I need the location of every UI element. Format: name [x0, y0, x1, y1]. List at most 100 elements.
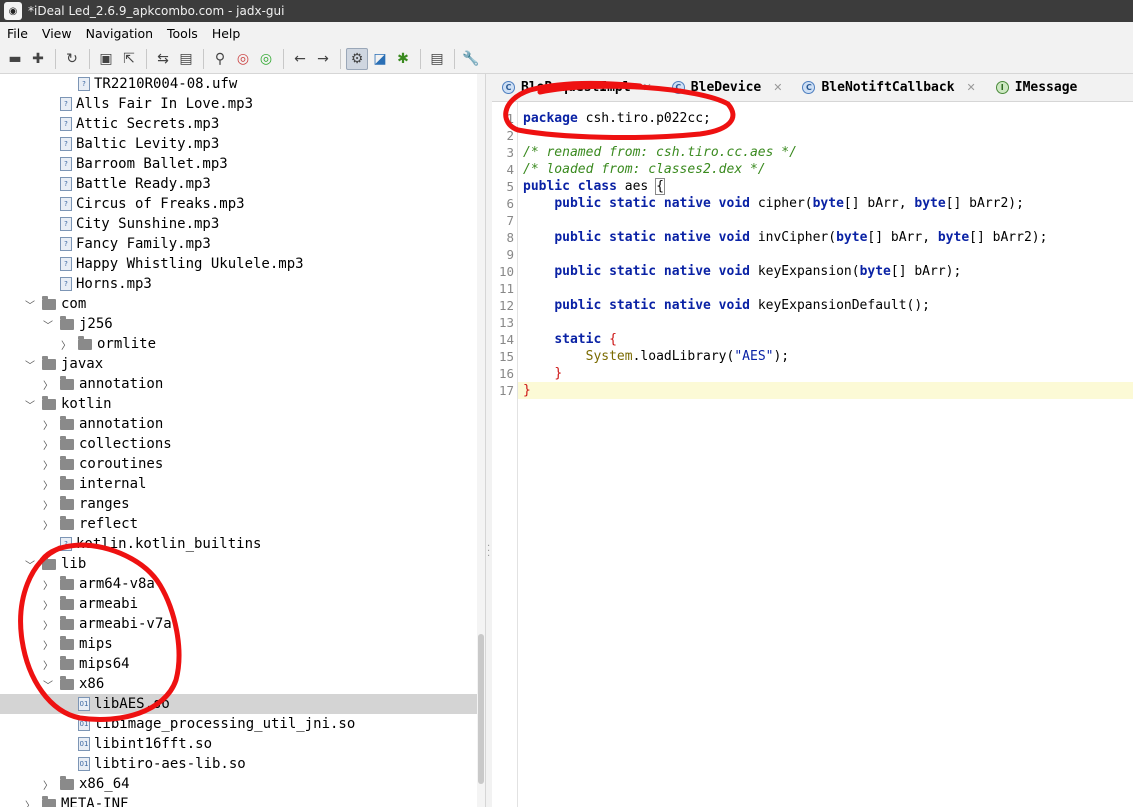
menu-file[interactable]: File	[0, 26, 35, 41]
save-icon[interactable]: ▣	[95, 48, 117, 70]
debug-bug-icon[interactable]: ✱	[392, 48, 414, 70]
tree-item[interactable]: ? Barroom Ballet.mp3	[0, 154, 477, 174]
chevron-right-icon[interactable]: 〉	[42, 377, 54, 392]
tree-item[interactable]: 〉 x86_64	[0, 774, 477, 794]
tree-scrollbar[interactable]	[477, 74, 485, 807]
log-viewer-icon[interactable]: ▤	[426, 48, 448, 70]
tree-item[interactable]: 〉 armeabi	[0, 594, 477, 614]
tree-item[interactable]: 01 libtiro-aes-lib.so	[0, 754, 477, 774]
chevron-right-icon[interactable]: 〉	[42, 597, 54, 612]
open-folder-icon[interactable]: ▬	[4, 48, 26, 70]
tree-item[interactable]: ﹀ lib	[0, 554, 477, 574]
tree-item-label: lib	[61, 556, 87, 572]
chevron-right-icon[interactable]: 〉	[42, 477, 54, 492]
menu-navigation[interactable]: Navigation	[79, 26, 160, 41]
tree-item[interactable]: 〉 coroutines	[0, 454, 477, 474]
tree-item[interactable]: 〉 mips	[0, 634, 477, 654]
tree-item[interactable]: ? Circus of Freaks.mp3	[0, 194, 477, 214]
tree-item[interactable]: ﹀ kotlin	[0, 394, 477, 414]
tree-item[interactable]: ? Baltic Levity.mp3	[0, 134, 477, 154]
folder-icon	[60, 415, 74, 430]
tree-item[interactable]: 〉 annotation	[0, 374, 477, 394]
tree-item[interactable]: ? Horns.mp3	[0, 274, 477, 294]
folder-icon	[42, 355, 56, 370]
refresh-icon[interactable]: ↻	[61, 48, 83, 70]
menu-help[interactable]: Help	[205, 26, 248, 41]
tree-item[interactable]: ﹀ com	[0, 294, 477, 314]
tab-bledevice[interactable]: C BleDevice ✕	[662, 74, 793, 101]
tree-scrollbar-thumb[interactable]	[478, 634, 484, 784]
tree-item[interactable]: 〉 reflect	[0, 514, 477, 534]
back-icon[interactable]: ←	[289, 48, 311, 70]
chevron-right-icon[interactable]: 〉	[42, 497, 54, 512]
tree-item[interactable]: 〉 armeabi-v7a	[0, 614, 477, 634]
chevron-right-icon[interactable]: 〉	[42, 617, 54, 632]
system-ref: System	[585, 349, 633, 364]
chevron-right-icon[interactable]: 〉	[42, 517, 54, 532]
chevron-right-icon[interactable]: 〉	[42, 777, 54, 792]
tree-item[interactable]: ? Alls Fair In Love.mp3	[0, 94, 477, 114]
settings-wrench-icon[interactable]: 🔧	[460, 48, 482, 70]
forward-icon[interactable]: →	[312, 48, 334, 70]
tree-item[interactable]: ﹀ x86	[0, 674, 477, 694]
line-number: 7	[506, 213, 514, 228]
add-files-icon[interactable]: ✚	[27, 48, 49, 70]
tab-label: IMessage	[1014, 80, 1078, 95]
chevron-down-icon[interactable]: ﹀	[24, 397, 36, 412]
close-icon[interactable]: ✕	[643, 81, 652, 94]
tab-imessage[interactable]: I IMessage	[986, 74, 1088, 101]
tree-item[interactable]: ﹀ j256	[0, 314, 477, 334]
chevron-down-icon[interactable]: ﹀	[24, 357, 36, 372]
tree-item[interactable]: 〉 internal	[0, 474, 477, 494]
chevron-right-icon[interactable]: 〉	[42, 417, 54, 432]
sync-icon[interactable]: ⇆	[152, 48, 174, 70]
tree-item[interactable]: ? City Sunshine.mp3	[0, 214, 477, 234]
tree-item[interactable]: ﹀ javax	[0, 354, 477, 374]
close-icon[interactable]: ✕	[773, 81, 782, 94]
chevron-right-icon[interactable]: 〉	[60, 337, 72, 352]
tree-item[interactable]: 〉 META-INF	[0, 794, 477, 807]
tree-item[interactable]: ? Attic Secrets.mp3	[0, 114, 477, 134]
search-icon[interactable]: ⚲	[209, 48, 231, 70]
tree-item[interactable]: 〉 collections	[0, 434, 477, 454]
chevron-right-icon[interactable]: 〉	[42, 457, 54, 472]
tree-item[interactable]: ? Fancy Family.mp3	[0, 234, 477, 254]
tree-item[interactable]: ? Happy Whistling Ukulele.mp3	[0, 254, 477, 274]
binary-file-icon: 01	[78, 737, 90, 751]
tree-item[interactable]: 〉 ranges	[0, 494, 477, 514]
chevron-right-icon[interactable]: 〉	[42, 637, 54, 652]
tab-blenotiftcallback[interactable]: C BleNotiftCallback ✕	[792, 74, 985, 101]
tree-item[interactable]: 〉 mips64	[0, 654, 477, 674]
code-area[interactable]: package csh.tiro.p022cc; /* renamed from…	[518, 102, 1133, 807]
find-class-icon[interactable]: ◎	[232, 48, 254, 70]
code-line-package: package csh.tiro.p022cc;	[518, 110, 1133, 127]
tree-item[interactable]: 〉 ormlite	[0, 334, 477, 354]
export-icon[interactable]: ⇱	[118, 48, 140, 70]
line-number: 13	[498, 315, 514, 330]
chevron-right-icon[interactable]: 〉	[42, 577, 54, 592]
close-icon[interactable]: ✕	[967, 81, 976, 94]
tree-item[interactable]: 01 libint16fft.so	[0, 734, 477, 754]
chevron-down-icon[interactable]: ﹀	[24, 557, 36, 572]
tree-item-label: kotlin.kotlin_builtins	[76, 536, 262, 552]
tree-item[interactable]: ? Battle Ready.mp3	[0, 174, 477, 194]
chevron-down-icon[interactable]: ﹀	[42, 677, 54, 692]
tree-item[interactable]: 01 libAES.so	[0, 694, 477, 714]
tree-item[interactable]: ? TR2210R004-08.ufw	[0, 74, 477, 94]
chevron-right-icon[interactable]: 〉	[24, 797, 36, 807]
find-usage-icon[interactable]: ◎	[255, 48, 277, 70]
chevron-down-icon[interactable]: ﹀	[24, 297, 36, 312]
folder-icon[interactable]: ▤	[175, 48, 197, 70]
chevron-right-icon[interactable]: 〉	[42, 657, 54, 672]
quark-icon[interactable]: ◪	[369, 48, 391, 70]
menu-tools[interactable]: Tools	[160, 26, 205, 41]
menu-view[interactable]: View	[35, 26, 79, 41]
tree-item[interactable]: 〉 annotation	[0, 414, 477, 434]
tree-item[interactable]: ? kotlin.kotlin_builtins	[0, 534, 477, 554]
chevron-down-icon[interactable]: ﹀	[42, 317, 54, 332]
tree-item[interactable]: 〉 arm64-v8a	[0, 574, 477, 594]
tree-item[interactable]: 01 libimage_processing_util_jni.so	[0, 714, 477, 734]
tab-blerequestimpl[interactable]: C BleRequestImpl ✕	[492, 74, 662, 101]
deobfuscation-toggle-icon[interactable]: ⚙	[346, 47, 368, 70]
chevron-right-icon[interactable]: 〉	[42, 437, 54, 452]
